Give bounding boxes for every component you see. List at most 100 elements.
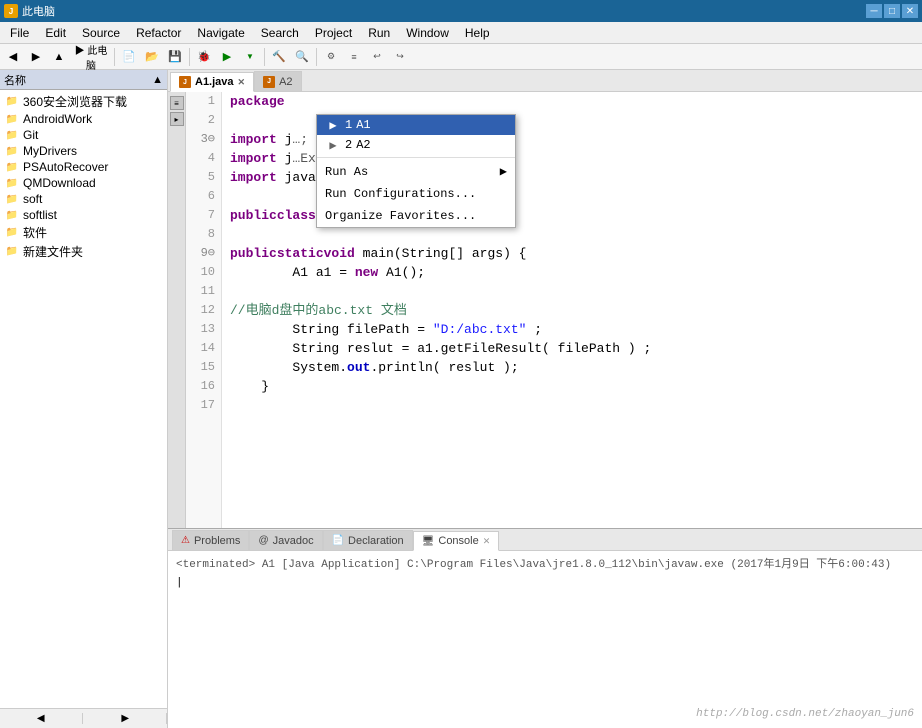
code-line-16: }	[230, 377, 914, 396]
sidebar-item-qmdownload[interactable]: 📁 QMDownload	[0, 175, 167, 191]
panel-tab-javadoc-label: Javadoc	[273, 535, 314, 547]
code-line-11	[230, 282, 914, 301]
panel-tab-problems[interactable]: ⚠ Problems	[172, 530, 249, 550]
tab-close-a1[interactable]: ✕	[238, 77, 246, 88]
ln-2: 2	[192, 111, 215, 130]
toolbar-up[interactable]: ▲	[48, 46, 70, 68]
menu-edit[interactable]: Edit	[37, 22, 74, 43]
code-line-14: String reslut = a1.getFileResult( filePa…	[230, 339, 914, 358]
run-configurations-menu[interactable]: Run Configurations...	[317, 183, 515, 205]
run-dropdown: ▶ 1 A1 ▶ 2 A2 Run As ▶	[316, 114, 516, 228]
menu-search[interactable]: Search	[253, 22, 307, 43]
toolbar-new[interactable]: 📄	[118, 46, 140, 68]
sidebar-item-mydrivers[interactable]: 📁 MyDrivers	[0, 143, 167, 159]
folder-icon-softlist: 📁	[4, 208, 20, 222]
sidebar-item-label-git: Git	[23, 128, 38, 142]
run-item-a2[interactable]: ▶ 2 A2	[317, 135, 515, 155]
menu-run[interactable]: Run	[360, 22, 398, 43]
close-button[interactable]: ✕	[902, 4, 918, 18]
editor-left-strip: ≡ ▸	[168, 92, 186, 528]
javadoc-icon: @	[258, 535, 268, 546]
toolbar-run[interactable]: ▶	[216, 46, 238, 68]
console-icon: 🖥	[422, 536, 435, 547]
toolbar-build[interactable]: 🔨	[268, 46, 290, 68]
sidebar-item-360[interactable]: 📁 360安全浏览器下载	[0, 92, 167, 111]
toolbar-extra4[interactable]: ↪	[389, 46, 411, 68]
panel-tab-bar: ⚠ Problems @ Javadoc 📄 Declaration 🖥 Con…	[168, 529, 922, 551]
run-java-icon-1: ▶	[325, 118, 341, 132]
toolbar-extra2[interactable]: ≡	[343, 46, 365, 68]
panel-tab-declaration[interactable]: 📄 Declaration	[323, 530, 413, 550]
toolbar-sep-2	[189, 48, 190, 66]
strip-btn-2[interactable]: ▸	[170, 112, 184, 126]
problems-icon: ⚠	[181, 535, 190, 546]
sidebar-item-newfolder[interactable]: 📁 新建文件夹	[0, 242, 167, 261]
sidebar-item-label-360: 360安全浏览器下载	[23, 93, 127, 110]
tab-a2[interactable]: J A2	[254, 71, 301, 91]
console-tab-close[interactable]: ✕	[483, 536, 491, 547]
menu-window[interactable]: Window	[398, 22, 457, 43]
menu-source[interactable]: Source	[74, 22, 128, 43]
ln-7: 7	[192, 206, 215, 225]
ln-17: 17	[192, 396, 215, 415]
folder-icon-soft: 📁	[4, 192, 20, 206]
minimize-button[interactable]: ─	[866, 4, 882, 18]
run-configurations-label: Run Configurations...	[325, 187, 476, 201]
strip-btn-1[interactable]: ≡	[170, 96, 184, 110]
sidebar-item-label-software: 软件	[23, 224, 47, 241]
ln-16: 16	[192, 377, 215, 396]
sidebar-item-softlist[interactable]: 📁 softlist	[0, 207, 167, 223]
sidebar-item-software[interactable]: 📁 软件	[0, 223, 167, 242]
folder-icon-psautorecover: 📁	[4, 160, 20, 174]
menu-navigate[interactable]: Navigate	[189, 22, 252, 43]
panel-tab-console[interactable]: 🖥 Console ✕	[413, 531, 500, 551]
sidebar-nav-prev[interactable]: ◀	[0, 713, 83, 724]
sidebar-item-psautorecover[interactable]: 📁 PSAutoRecover	[0, 159, 167, 175]
tab-icon-a1: J	[179, 76, 191, 88]
sidebar-expand-icon[interactable]: ▲	[152, 74, 163, 86]
sidebar-item-git[interactable]: 📁 Git	[0, 127, 167, 143]
organize-favorites-menu[interactable]: Organize Favorites...	[317, 205, 515, 227]
panel-tab-problems-label: Problems	[194, 535, 240, 547]
maximize-button[interactable]: □	[884, 4, 900, 18]
panel-tab-javadoc[interactable]: @ Javadoc	[249, 530, 322, 550]
sidebar-item-label-psautorecover: PSAutoRecover	[23, 160, 108, 174]
run-as-label: Run As	[325, 165, 368, 179]
code-line-15: System.out.println( reslut );	[230, 358, 914, 377]
toolbar: ◀ ▶ ▲ ▶ 此电脑 📄 📂 💾 🐞 ▶ ▼ 🔨 🔍 ⚙ ≡ ↩ ↪	[0, 44, 922, 70]
toolbar-search[interactable]: 🔍	[291, 46, 313, 68]
title-bar: J 此电脑 ─ □ ✕	[0, 0, 922, 22]
toolbar-extra3[interactable]: ↩	[366, 46, 388, 68]
sidebar-item-label-soft: soft	[23, 192, 42, 206]
run-as-arrow: ▶	[500, 164, 507, 179]
toolbar-nav[interactable]: ▶ 此电脑	[71, 46, 111, 68]
menu-project[interactable]: Project	[307, 22, 360, 43]
run-item-a1[interactable]: ▶ 1 A1	[317, 115, 515, 135]
code-editor[interactable]: 1 2 3⊖ 4 5 6 7 8 9⊖ 10 11 12 13 14	[186, 92, 922, 528]
toolbar-save[interactable]: 💾	[164, 46, 186, 68]
code-line-17	[230, 396, 914, 415]
toolbar-back[interactable]: ◀	[2, 46, 24, 68]
menu-refactor[interactable]: Refactor	[128, 22, 189, 43]
toolbar-forward[interactable]: ▶	[25, 46, 47, 68]
toolbar-open[interactable]: 📂	[141, 46, 163, 68]
ln-3: 3⊖	[192, 130, 215, 149]
menu-help[interactable]: Help	[457, 22, 498, 43]
sidebar-item-androidwork[interactable]: 📁 AndroidWork	[0, 111, 167, 127]
menu-file[interactable]: File	[2, 22, 37, 43]
ln-8: 8	[192, 225, 215, 244]
sidebar-nav-next[interactable]: ▶	[85, 713, 168, 724]
folder-icon-git: 📁	[4, 128, 20, 142]
toolbar-extra1[interactable]: ⚙	[320, 46, 342, 68]
ln-15: 15	[192, 358, 215, 377]
sidebar-item-soft[interactable]: 📁 soft	[0, 191, 167, 207]
tab-label-a1: A1.java	[195, 76, 234, 88]
toolbar-run-dropdown[interactable]: ▼	[239, 46, 261, 68]
toolbar-debug[interactable]: 🐞	[193, 46, 215, 68]
code-line-10: A1 a1 = new A1();	[230, 263, 914, 282]
ln-6: 6	[192, 187, 215, 206]
run-as-menu[interactable]: Run As ▶	[317, 160, 515, 183]
sidebar-item-label-qmdownload: QMDownload	[23, 176, 96, 190]
tab-a1java[interactable]: J A1.java ✕	[170, 72, 254, 92]
run-dropdown-sep	[317, 157, 515, 158]
